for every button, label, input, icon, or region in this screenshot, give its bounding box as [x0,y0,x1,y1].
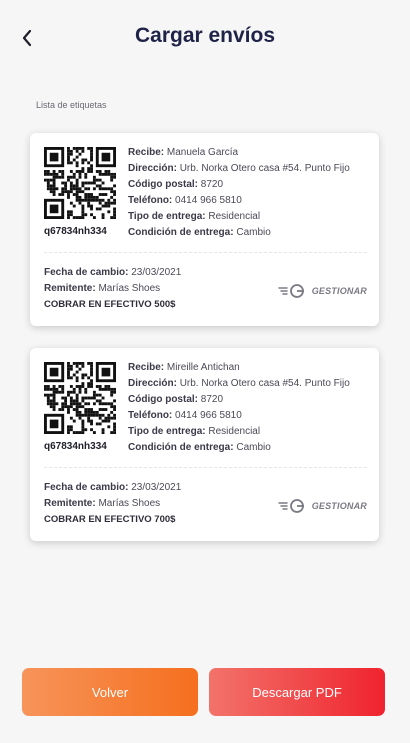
page-title: Cargar envíos [134,24,276,47]
field-condicion-entrega: Condición de entrega: Cambio [128,227,271,238]
field-codigo-postal: Código postal: 8720 [128,394,224,405]
qr-code-icon [44,147,116,219]
tracking-code: q67834nh334 [44,441,107,452]
field-fecha-cambio: Fecha de cambio: 23/03/2021 [44,482,182,493]
field-telefono: Teléfono: 0414 966 5810 [128,195,242,206]
recipient-info: Recibe: Manuela García Dirección: Urb. N… [128,145,373,241]
field-codigo-postal: Código postal: 8720 [128,179,224,190]
cash-amount: COBRAR EN EFECTIVO 700$ [44,514,176,525]
label-card[interactable]: q67834nh334 Recibe: Mireille Antichan Di… [30,348,379,541]
gestionar-logo-icon [277,499,304,513]
section-label: Lista de etiquetas [36,100,107,110]
field-remitente: Remitente: Marías Shoes [44,498,161,509]
field-recibe: Recibe: Manuela García [128,147,239,158]
header: Cargar envíos [0,0,410,76]
gestionar-logo-icon [277,284,304,298]
qr-code-icon [44,362,116,434]
descargar-pdf-button[interactable]: Descargar PDF [209,668,385,716]
volver-button[interactable]: Volver [22,668,198,716]
field-remitente: Remitente: Marías Shoes [44,283,161,294]
gestionar-logo: GESTIONAR [277,283,367,299]
field-fecha-cambio: Fecha de cambio: 23/03/2021 [44,267,182,278]
tracking-code: q67834nh334 [44,226,107,237]
field-recibe: Recibe: Mireille Antichan [128,362,240,373]
shipment-footer: Fecha de cambio: 23/03/2021 Remitente: M… [44,480,181,528]
field-tipo-entrega: Tipo de entrega: Residencial [128,426,261,437]
field-tipo-entrega: Tipo de entrega: Residencial [128,211,261,222]
field-telefono: Teléfono: 0414 966 5810 [128,410,242,421]
gestionar-logo: GESTIONAR [277,498,367,514]
field-direccion: Dirección: Urb. Norka Otero casa #54. Pu… [128,378,350,389]
shipment-footer: Fecha de cambio: 23/03/2021 Remitente: M… [44,265,181,313]
divider [44,252,367,253]
divider [44,467,367,468]
field-direccion: Dirección: Urb. Norka Otero casa #54. Pu… [128,163,350,174]
field-condicion-entrega: Condición de entrega: Cambio [128,442,271,453]
recipient-info: Recibe: Mireille Antichan Dirección: Urb… [128,360,373,456]
cash-amount: COBRAR EN EFECTIVO 500$ [44,299,176,310]
label-card[interactable]: q67834nh334 Recibe: Manuela García Direc… [30,133,379,326]
